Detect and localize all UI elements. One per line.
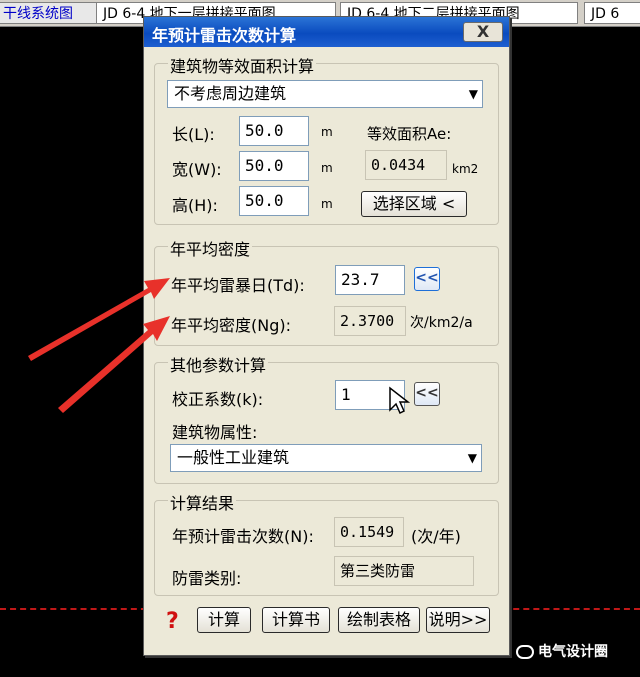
close-icon: X xyxy=(476,22,490,41)
ae-label: 等效面积Ae: xyxy=(367,125,452,143)
length-unit: m xyxy=(321,125,333,139)
height-label: 高(H): xyxy=(172,196,218,215)
ng-unit: 次/km2/a xyxy=(410,315,473,331)
watermark: 电气设计圈 xyxy=(516,641,608,661)
surrounding-building-select[interactable]: 不考虑周边建筑 ▼ xyxy=(167,80,483,108)
length-input[interactable]: 50.0 xyxy=(239,116,309,146)
mouse-cursor-icon xyxy=(389,386,410,415)
double-chevron-left-icon: << xyxy=(415,270,439,286)
n-unit: (次/年) xyxy=(411,527,461,546)
wechat-icon xyxy=(516,645,534,659)
n-value: 0.1549 xyxy=(334,517,404,547)
width-label: 宽(W): xyxy=(172,160,222,179)
explain-button[interactable]: 说明>> xyxy=(426,607,490,633)
equiv-area-group-label: 建筑物等效面积计算 xyxy=(168,53,317,77)
height-unit: m xyxy=(321,197,333,211)
tab-jd6[interactable]: JD 6 xyxy=(584,2,640,24)
watermark-text: 电气设计圈 xyxy=(538,644,608,660)
attr-label: 建筑物属性: xyxy=(172,423,258,442)
k-label: 校正系数(k): xyxy=(172,390,264,409)
chevron-down-icon: ▼ xyxy=(467,451,477,465)
class-value: 第三类防雷 xyxy=(334,556,474,586)
tab-system-diagram[interactable]: 干线系统图 xyxy=(0,2,106,24)
help-icon[interactable]: ? xyxy=(166,609,179,634)
report-button[interactable]: 计算书 xyxy=(262,607,330,633)
ae-value: 0.0434 xyxy=(365,150,447,180)
n-label: 年预计雷击次数(N): xyxy=(172,527,314,546)
building-attr-select[interactable]: 一般性工业建筑 ▼ xyxy=(170,444,482,472)
draw-table-button[interactable]: 绘制表格 xyxy=(338,607,420,633)
length-label: 长(L): xyxy=(172,125,215,144)
chevron-down-icon: ▼ xyxy=(468,87,478,101)
building-attr-value: 一般性工业建筑 xyxy=(177,448,290,467)
calculate-button[interactable]: 计算 xyxy=(197,607,251,633)
td-pick-button[interactable]: << xyxy=(414,267,440,291)
dialog-title: 年预计雷击次数计算 xyxy=(152,26,297,45)
result-group-label: 计算结果 xyxy=(168,490,237,514)
td-label: 年平均雷暴日(Td): xyxy=(171,276,305,295)
class-label: 防雷类别: xyxy=(172,569,242,588)
ng-label: 年平均密度(Ng): xyxy=(171,316,292,335)
density-group-label: 年平均密度 xyxy=(168,236,253,260)
k-pick-button[interactable]: << xyxy=(414,382,440,406)
lightning-strike-dialog: 年预计雷击次数计算 X 建筑物等效面积计算 不考虑周边建筑 ▼ 长(L): 50… xyxy=(143,16,510,656)
dialog-title-bar: 年预计雷击次数计算 X xyxy=(144,17,509,47)
height-input[interactable]: 50.0 xyxy=(239,186,309,216)
other-params-group-label: 其他参数计算 xyxy=(168,352,269,376)
ae-unit: km2 xyxy=(452,162,479,176)
double-chevron-left-icon: << xyxy=(415,385,439,401)
close-button[interactable]: X xyxy=(463,22,503,42)
width-unit: m xyxy=(321,161,333,175)
select-region-button[interactable]: 选择区域 < xyxy=(361,191,467,217)
td-input[interactable]: 23.7 xyxy=(335,265,405,295)
width-input[interactable]: 50.0 xyxy=(239,151,309,181)
surrounding-building-value: 不考虑周边建筑 xyxy=(174,84,287,103)
ng-value: 2.3700 xyxy=(334,306,406,336)
